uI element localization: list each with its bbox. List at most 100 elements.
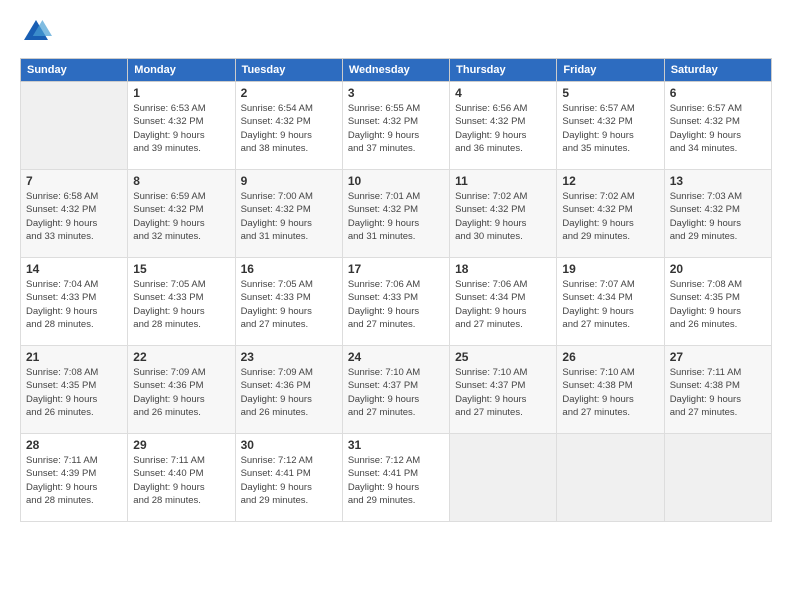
day-number: 25 bbox=[455, 350, 551, 364]
day-info: Sunrise: 7:10 AM Sunset: 4:37 PM Dayligh… bbox=[348, 366, 444, 419]
calendar-header-row: SundayMondayTuesdayWednesdayThursdayFrid… bbox=[21, 59, 772, 82]
week-row-4: 21 Sunrise: 7:08 AM Sunset: 4:35 PM Dayli… bbox=[21, 346, 772, 434]
col-header-tuesday: Tuesday bbox=[235, 59, 342, 82]
day-info: Sunrise: 7:02 AM Sunset: 4:32 PM Dayligh… bbox=[562, 190, 658, 243]
day-number: 18 bbox=[455, 262, 551, 276]
day-info: Sunrise: 7:11 AM Sunset: 4:38 PM Dayligh… bbox=[670, 366, 766, 419]
calendar-cell: 25 Sunrise: 7:10 AM Sunset: 4:37 PM Dayli… bbox=[450, 346, 557, 434]
week-row-1: 1Sunrise: 6:53 AM Sunset: 4:32 PM Daylig… bbox=[21, 82, 772, 170]
day-number: 28 bbox=[26, 438, 122, 452]
day-info: Sunrise: 7:11 AM Sunset: 4:39 PM Dayligh… bbox=[26, 454, 122, 507]
day-info: Sunrise: 7:08 AM Sunset: 4:35 PM Dayligh… bbox=[26, 366, 122, 419]
day-number: 30 bbox=[241, 438, 337, 452]
day-number: 27 bbox=[670, 350, 766, 364]
calendar-cell bbox=[21, 82, 128, 170]
calendar-cell: 10Sunrise: 7:01 AM Sunset: 4:32 PM Dayli… bbox=[342, 170, 449, 258]
page: SundayMondayTuesdayWednesdayThursdayFrid… bbox=[0, 0, 792, 612]
calendar-cell bbox=[450, 434, 557, 522]
day-info: Sunrise: 7:09 AM Sunset: 4:36 PM Dayligh… bbox=[133, 366, 229, 419]
calendar-cell: 12 Sunrise: 7:02 AM Sunset: 4:32 PM Dayli… bbox=[557, 170, 664, 258]
calendar-cell: 9Sunrise: 7:00 AM Sunset: 4:32 PM Daylig… bbox=[235, 170, 342, 258]
week-row-2: 7 Sunrise: 6:58 AM Sunset: 4:32 PM Daylig… bbox=[21, 170, 772, 258]
col-header-sunday: Sunday bbox=[21, 59, 128, 82]
calendar-cell: 20 Sunrise: 7:08 AM Sunset: 4:35 PM Dayli… bbox=[664, 258, 771, 346]
day-info: Sunrise: 7:11 AM Sunset: 4:40 PM Dayligh… bbox=[133, 454, 229, 507]
day-number: 17 bbox=[348, 262, 444, 276]
calendar-cell: 27 Sunrise: 7:11 AM Sunset: 4:38 PM Dayli… bbox=[664, 346, 771, 434]
calendar-cell: 5 Sunrise: 6:57 AM Sunset: 4:32 PM Daylig… bbox=[557, 82, 664, 170]
day-info: Sunrise: 7:10 AM Sunset: 4:37 PM Dayligh… bbox=[455, 366, 551, 419]
day-info: Sunrise: 7:12 AM Sunset: 4:41 PM Dayligh… bbox=[348, 454, 444, 507]
logo bbox=[20, 16, 56, 48]
day-number: 29 bbox=[133, 438, 229, 452]
day-number: 5 bbox=[562, 86, 658, 100]
calendar-cell: 22 Sunrise: 7:09 AM Sunset: 4:36 PM Dayli… bbox=[128, 346, 235, 434]
day-number: 31 bbox=[348, 438, 444, 452]
calendar-cell: 19 Sunrise: 7:07 AM Sunset: 4:34 PM Dayli… bbox=[557, 258, 664, 346]
calendar-cell: 17Sunrise: 7:06 AM Sunset: 4:33 PM Dayli… bbox=[342, 258, 449, 346]
day-number: 7 bbox=[26, 174, 122, 188]
day-number: 12 bbox=[562, 174, 658, 188]
calendar-cell: 2Sunrise: 6:54 AM Sunset: 4:32 PM Daylig… bbox=[235, 82, 342, 170]
day-number: 20 bbox=[670, 262, 766, 276]
calendar-cell: 23Sunrise: 7:09 AM Sunset: 4:36 PM Dayli… bbox=[235, 346, 342, 434]
day-info: Sunrise: 7:05 AM Sunset: 4:33 PM Dayligh… bbox=[241, 278, 337, 331]
day-number: 15 bbox=[133, 262, 229, 276]
day-number: 6 bbox=[670, 86, 766, 100]
day-number: 19 bbox=[562, 262, 658, 276]
day-info: Sunrise: 7:01 AM Sunset: 4:32 PM Dayligh… bbox=[348, 190, 444, 243]
day-info: Sunrise: 6:55 AM Sunset: 4:32 PM Dayligh… bbox=[348, 102, 444, 155]
day-info: Sunrise: 6:59 AM Sunset: 4:32 PM Dayligh… bbox=[133, 190, 229, 243]
day-number: 26 bbox=[562, 350, 658, 364]
day-info: Sunrise: 7:12 AM Sunset: 4:41 PM Dayligh… bbox=[241, 454, 337, 507]
day-info: Sunrise: 7:05 AM Sunset: 4:33 PM Dayligh… bbox=[133, 278, 229, 331]
calendar-cell: 21 Sunrise: 7:08 AM Sunset: 4:35 PM Dayli… bbox=[21, 346, 128, 434]
calendar-cell: 31 Sunrise: 7:12 AM Sunset: 4:41 PM Dayli… bbox=[342, 434, 449, 522]
day-info: Sunrise: 7:06 AM Sunset: 4:34 PM Dayligh… bbox=[455, 278, 551, 331]
calendar-cell: 13 Sunrise: 7:03 AM Sunset: 4:32 PM Dayli… bbox=[664, 170, 771, 258]
day-info: Sunrise: 6:58 AM Sunset: 4:32 PM Dayligh… bbox=[26, 190, 122, 243]
calendar-cell bbox=[664, 434, 771, 522]
calendar-cell: 16 Sunrise: 7:05 AM Sunset: 4:33 PM Dayli… bbox=[235, 258, 342, 346]
day-number: 11 bbox=[455, 174, 551, 188]
day-number: 21 bbox=[26, 350, 122, 364]
col-header-wednesday: Wednesday bbox=[342, 59, 449, 82]
calendar-cell: 15 Sunrise: 7:05 AM Sunset: 4:33 PM Dayli… bbox=[128, 258, 235, 346]
col-header-thursday: Thursday bbox=[450, 59, 557, 82]
calendar-cell: 11 Sunrise: 7:02 AM Sunset: 4:32 PM Dayli… bbox=[450, 170, 557, 258]
day-number: 4 bbox=[455, 86, 551, 100]
calendar-table: SundayMondayTuesdayWednesdayThursdayFrid… bbox=[20, 58, 772, 522]
calendar-cell: 8 Sunrise: 6:59 AM Sunset: 4:32 PM Daylig… bbox=[128, 170, 235, 258]
calendar-cell: 6Sunrise: 6:57 AM Sunset: 4:32 PM Daylig… bbox=[664, 82, 771, 170]
day-number: 14 bbox=[26, 262, 122, 276]
calendar-cell: 24Sunrise: 7:10 AM Sunset: 4:37 PM Dayli… bbox=[342, 346, 449, 434]
day-number: 3 bbox=[348, 86, 444, 100]
col-header-saturday: Saturday bbox=[664, 59, 771, 82]
calendar-cell: 7 Sunrise: 6:58 AM Sunset: 4:32 PM Daylig… bbox=[21, 170, 128, 258]
day-number: 8 bbox=[133, 174, 229, 188]
col-header-friday: Friday bbox=[557, 59, 664, 82]
calendar-cell: 14 Sunrise: 7:04 AM Sunset: 4:33 PM Dayli… bbox=[21, 258, 128, 346]
day-info: Sunrise: 7:07 AM Sunset: 4:34 PM Dayligh… bbox=[562, 278, 658, 331]
day-info: Sunrise: 7:08 AM Sunset: 4:35 PM Dayligh… bbox=[670, 278, 766, 331]
header bbox=[20, 16, 772, 48]
day-info: Sunrise: 7:03 AM Sunset: 4:32 PM Dayligh… bbox=[670, 190, 766, 243]
calendar-cell: 4Sunrise: 6:56 AM Sunset: 4:32 PM Daylig… bbox=[450, 82, 557, 170]
day-number: 16 bbox=[241, 262, 337, 276]
day-info: Sunrise: 7:04 AM Sunset: 4:33 PM Dayligh… bbox=[26, 278, 122, 331]
day-info: Sunrise: 7:00 AM Sunset: 4:32 PM Dayligh… bbox=[241, 190, 337, 243]
day-number: 22 bbox=[133, 350, 229, 364]
day-info: Sunrise: 7:10 AM Sunset: 4:38 PM Dayligh… bbox=[562, 366, 658, 419]
day-info: Sunrise: 7:02 AM Sunset: 4:32 PM Dayligh… bbox=[455, 190, 551, 243]
calendar-cell: 29 Sunrise: 7:11 AM Sunset: 4:40 PM Dayli… bbox=[128, 434, 235, 522]
calendar-cell: 28 Sunrise: 7:11 AM Sunset: 4:39 PM Dayli… bbox=[21, 434, 128, 522]
day-info: Sunrise: 6:57 AM Sunset: 4:32 PM Dayligh… bbox=[562, 102, 658, 155]
logo-icon bbox=[20, 16, 52, 48]
calendar-cell: 30 Sunrise: 7:12 AM Sunset: 4:41 PM Dayli… bbox=[235, 434, 342, 522]
day-info: Sunrise: 6:53 AM Sunset: 4:32 PM Dayligh… bbox=[133, 102, 229, 155]
col-header-monday: Monday bbox=[128, 59, 235, 82]
day-number: 13 bbox=[670, 174, 766, 188]
calendar-cell: 26 Sunrise: 7:10 AM Sunset: 4:38 PM Dayli… bbox=[557, 346, 664, 434]
week-row-5: 28 Sunrise: 7:11 AM Sunset: 4:39 PM Dayli… bbox=[21, 434, 772, 522]
day-info: Sunrise: 7:09 AM Sunset: 4:36 PM Dayligh… bbox=[241, 366, 337, 419]
